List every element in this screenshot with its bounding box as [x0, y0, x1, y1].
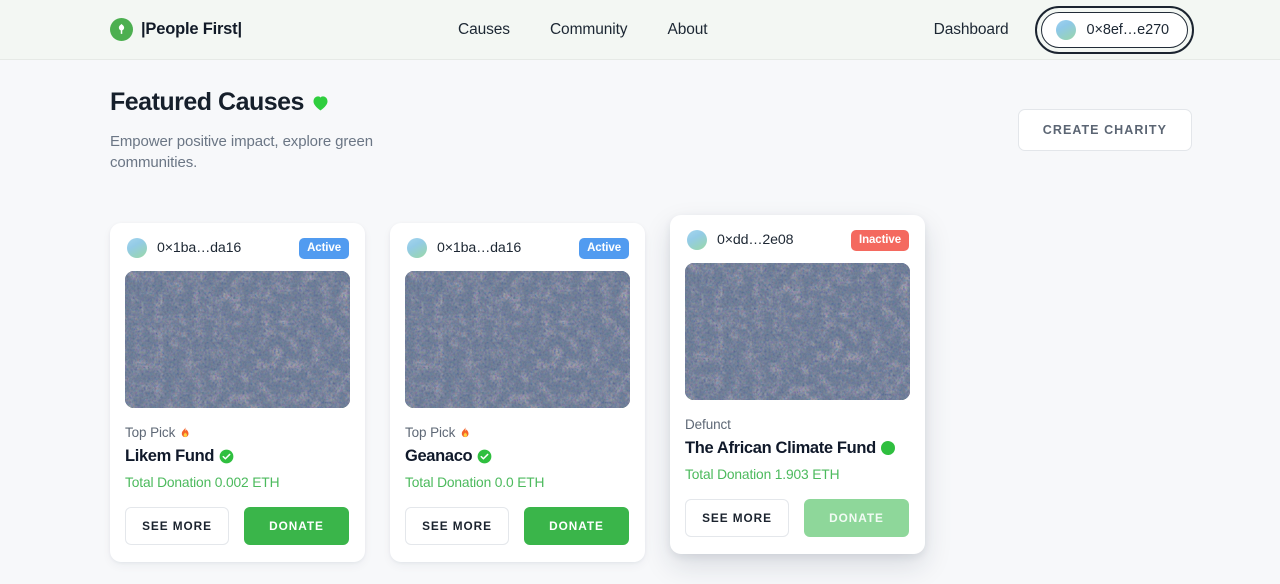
page-title: Featured Causes: [110, 88, 390, 117]
cause-card[interactable]: 0×1ba…da16 Active: [390, 222, 645, 562]
page-subtitle: Empower positive impact, explore green c…: [110, 133, 373, 172]
owner-avatar-icon: [127, 238, 147, 259]
card-header: 0×dd…2e08 Inactive: [685, 229, 910, 251]
card-tag: Defunct: [685, 417, 910, 432]
top-navbar: |People First| Causes Community About Da…: [0, 0, 1280, 60]
status-badge: Active: [579, 237, 629, 259]
card-title-text: Likem Fund: [125, 446, 215, 465]
card-owner: 0×dd…2e08: [687, 230, 794, 251]
owner-address-label: 0×1ba…da16: [437, 240, 522, 257]
card-tag: Top Pick: [125, 425, 350, 440]
cause-image: [685, 262, 910, 400]
card-tag-label: Top Pick: [125, 424, 176, 440]
card-title: Geanaco: [405, 447, 630, 466]
cause-card[interactable]: 0×1ba…da16 Active: [110, 222, 365, 562]
create-charity-button[interactable]: CREATE CHARITY: [1017, 109, 1192, 151]
see-more-button[interactable]: SEE MORE: [125, 506, 229, 545]
hero-text-group: Featured Causes Empower positive impact,…: [110, 88, 390, 174]
fire-emoji: [458, 425, 472, 440]
owner-avatar-icon: [407, 238, 427, 259]
green-circle-emoji: [880, 441, 895, 456]
owner-avatar-icon: [687, 230, 707, 251]
nav-link-community[interactable]: Community: [550, 21, 628, 39]
card-owner: 0×1ba…da16: [127, 238, 242, 259]
status-badge: Active: [299, 237, 349, 259]
donate-button: DONATE: [804, 498, 909, 537]
owner-address-label: 0×1ba…da16: [157, 240, 242, 257]
wallet-address-label: 0×8ef…e270: [1086, 21, 1170, 38]
cause-image: [125, 270, 350, 408]
card-total-donation: Total Donation 0.002 ETH: [125, 474, 280, 490]
card-title-text: Geanaco: [405, 446, 473, 465]
card-tag: Top Pick: [405, 425, 630, 440]
nav-right-group: Dashboard 0×8ef…e270: [934, 5, 1194, 54]
featured-causes-list: 0×1ba…da16 Active Top Pick Likem Fund To…: [110, 214, 1192, 562]
card-actions: SEE MORE DONATE: [685, 498, 910, 537]
page-title-text: Featured Causes: [110, 88, 304, 116]
owner-address-label: 0×dd…2e08: [717, 232, 794, 249]
leaf-logo-icon: [110, 18, 133, 41]
donate-button[interactable]: DONATE: [244, 506, 349, 545]
see-more-button[interactable]: SEE MORE: [685, 498, 789, 537]
wallet-button-focus-ring: 0×8ef…e270: [1034, 5, 1194, 54]
card-owner: 0×1ba…da16: [407, 238, 522, 259]
fire-emoji: [178, 425, 192, 440]
card-actions: SEE MORE DONATE: [405, 506, 630, 545]
donate-button[interactable]: DONATE: [524, 506, 629, 545]
cause-image: [405, 270, 630, 408]
verified-check-emoji: [477, 449, 492, 464]
card-tag-label: Top Pick: [405, 424, 456, 440]
hero-section: Featured Causes Empower positive impact,…: [110, 60, 1192, 174]
card-total-donation: Total Donation 0.0 ETH: [405, 474, 545, 490]
brand-logo-link[interactable]: |People First|: [110, 18, 242, 41]
card-tag-label: Defunct: [685, 416, 731, 432]
card-title-text: The African Climate Fund: [685, 438, 876, 457]
card-title: Likem Fund: [125, 447, 350, 466]
card-header: 0×1ba…da16 Active: [405, 237, 630, 259]
wallet-avatar-icon: [1055, 19, 1076, 40]
cause-card[interactable]: 0×dd…2e08 Inactive Defunct The African C…: [670, 214, 925, 554]
nav-link-about[interactable]: About: [667, 21, 707, 39]
see-more-button[interactable]: SEE MORE: [405, 506, 509, 545]
status-badge: Inactive: [850, 229, 909, 251]
card-header: 0×1ba…da16 Active: [125, 237, 350, 259]
nav-link-dashboard[interactable]: Dashboard: [934, 21, 1009, 39]
card-total-donation: Total Donation 1.903 ETH: [685, 466, 840, 482]
nav-link-causes[interactable]: Causes: [458, 21, 510, 39]
wallet-connect-button[interactable]: 0×8ef…e270: [1040, 11, 1188, 48]
card-title: The African Climate Fund: [685, 439, 910, 458]
card-actions: SEE MORE DONATE: [125, 506, 350, 545]
brand-name: |People First|: [141, 20, 242, 38]
verified-check-emoji: [219, 449, 234, 464]
green-heart-emoji: [310, 92, 331, 113]
primary-nav: Causes Community About: [458, 21, 708, 39]
page-content: Featured Causes Empower positive impact,…: [0, 60, 1280, 562]
